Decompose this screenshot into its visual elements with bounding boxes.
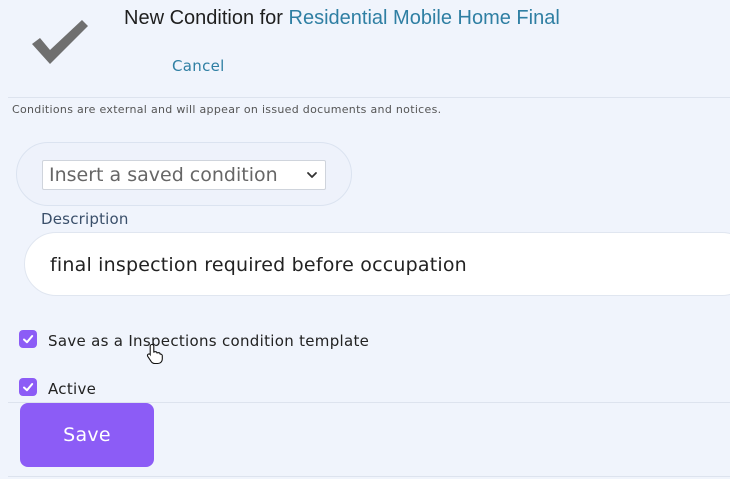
hand-pointer-icon xyxy=(146,343,163,365)
active-label[interactable]: Active xyxy=(48,379,96,399)
save-button[interactable]: Save xyxy=(20,403,154,467)
project-link[interactable]: Residential Mobile Home Final xyxy=(289,7,560,29)
description-value[interactable]: final inspection required before occupat… xyxy=(50,252,467,278)
cancel-link[interactable]: Cancel xyxy=(172,56,225,76)
page-title: New Condition for Residential Mobile Hom… xyxy=(124,4,560,32)
conditions-note: Conditions are external and will appear … xyxy=(12,103,442,116)
saved-condition-select[interactable]: Insert a saved condition xyxy=(42,160,326,190)
check-icon xyxy=(23,335,34,344)
saved-condition-selected: Insert a saved condition xyxy=(49,164,278,186)
save-template-checkbox[interactable] xyxy=(19,330,37,348)
save-template-label[interactable]: Save as a Inspections condition template xyxy=(48,331,369,351)
checkmark-icon xyxy=(32,20,88,64)
description-label: Description xyxy=(41,210,129,228)
divider xyxy=(8,97,730,98)
chevron-down-icon xyxy=(307,172,317,178)
divider xyxy=(8,476,730,477)
active-checkbox[interactable] xyxy=(19,378,37,396)
title-prefix: New Condition for xyxy=(124,7,283,29)
check-icon xyxy=(23,383,34,392)
